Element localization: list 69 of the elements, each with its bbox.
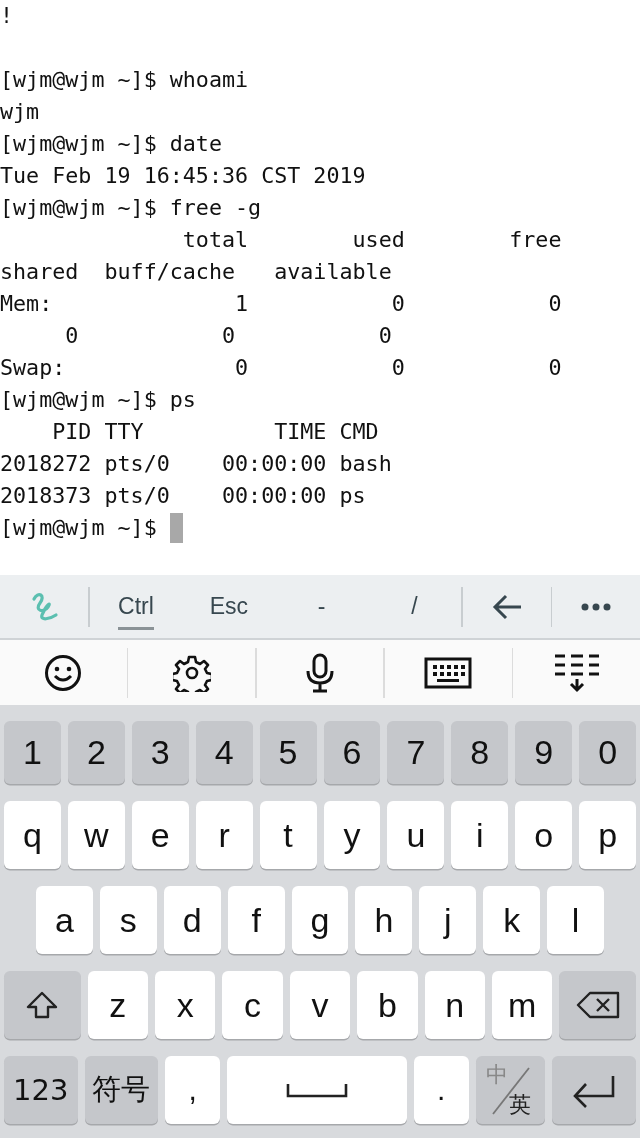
terminal-line: wjm: [0, 98, 40, 126]
key[interactable]: u: [387, 801, 445, 869]
key[interactable]: j: [419, 886, 477, 954]
extra-key[interactable]: Ctrl: [89, 581, 183, 632]
key[interactable]: 4: [195, 721, 253, 784]
key[interactable]: s: [99, 886, 157, 954]
terminal-line: total used free: [181, 226, 562, 254]
key[interactable]: c: [222, 971, 283, 1039]
key[interactable]: m: [491, 971, 553, 1039]
key[interactable]: 2: [67, 721, 125, 784]
key[interactable]: h: [355, 886, 413, 954]
terminal-line: 2018272 pts/0 00:00:00 bash: [0, 450, 392, 478]
key[interactable]: b: [357, 971, 418, 1039]
space-icon: [285, 1082, 348, 1098]
terminal-line: [wjm@wjm ~]$ free -g: [0, 194, 262, 222]
key[interactable]: .: [413, 1056, 469, 1124]
key[interactable]: v: [289, 971, 351, 1039]
terminal-line: Mem: 1 0 0: [0, 290, 562, 318]
terminal-line: [wjm@wjm ~]$ date: [0, 130, 222, 158]
key[interactable]: g: [291, 886, 349, 954]
key[interactable]: r: [195, 801, 253, 869]
key[interactable]: 6: [323, 721, 381, 784]
terminal-line: !: [0, 2, 14, 30]
terminal-line: [wjm@wjm ~]$ ps: [0, 386, 196, 414]
terminal-prompt: [wjm@wjm ~]$: [0, 514, 158, 542]
terminal-line: [wjm@wjm ~]$ whoami: [0, 66, 249, 94]
shift-key[interactable]: [4, 971, 81, 1039]
key[interactable]: k: [483, 886, 541, 954]
language-key[interactable]: 中 英: [475, 1056, 546, 1124]
key[interactable]: w: [67, 801, 125, 869]
key[interactable]: 5: [259, 721, 317, 784]
key[interactable]: 8: [451, 721, 509, 784]
key[interactable]: t: [259, 801, 317, 869]
key[interactable]: l: [547, 886, 604, 954]
extra-key[interactable]: /: [368, 581, 461, 632]
key[interactable]: ,: [165, 1056, 221, 1124]
key[interactable]: 9: [515, 721, 573, 784]
key[interactable]: a: [36, 886, 93, 954]
key[interactable]: 123: [4, 1056, 78, 1124]
key[interactable]: q: [4, 801, 61, 869]
key-label: 中: [485, 1061, 508, 1089]
key[interactable]: z: [87, 971, 149, 1039]
key[interactable]: 符号: [84, 1056, 159, 1124]
key[interactable]: 3: [131, 721, 189, 784]
key[interactable]: e: [131, 801, 189, 869]
key[interactable]: f: [227, 886, 285, 954]
key[interactable]: d: [163, 886, 221, 954]
key[interactable]: x: [155, 971, 216, 1039]
terminal-line: Swap: 0 0 0: [0, 354, 562, 382]
backspace-key[interactable]: [559, 971, 636, 1039]
key[interactable]: i: [451, 801, 509, 869]
key[interactable]: 0: [579, 721, 637, 784]
extra-key[interactable]: -: [275, 581, 369, 632]
key[interactable]: o: [515, 801, 573, 869]
key-label: 英: [509, 1091, 532, 1119]
key[interactable]: 7: [387, 721, 445, 784]
terminal-line: 0 0 0: [64, 322, 392, 350]
extra-key[interactable]: Esc: [182, 581, 276, 632]
backspace-icon: [575, 991, 620, 1019]
shift-icon: [25, 990, 60, 1020]
key[interactable]: 1: [4, 721, 61, 784]
terminal-line: PID TTY TIME CMD: [51, 418, 379, 446]
key[interactable]: p: [579, 801, 637, 869]
key[interactable]: y: [323, 801, 381, 869]
terminal-line: 2018373 pts/0 00:00:00 ps: [0, 482, 366, 510]
enter-key[interactable]: [552, 1056, 636, 1124]
terminal-line: shared buff/cache available: [0, 258, 392, 286]
key[interactable]: n: [424, 971, 485, 1039]
terminal-line: Tue Feb 19 16:45:36 CST 2019: [0, 162, 366, 190]
